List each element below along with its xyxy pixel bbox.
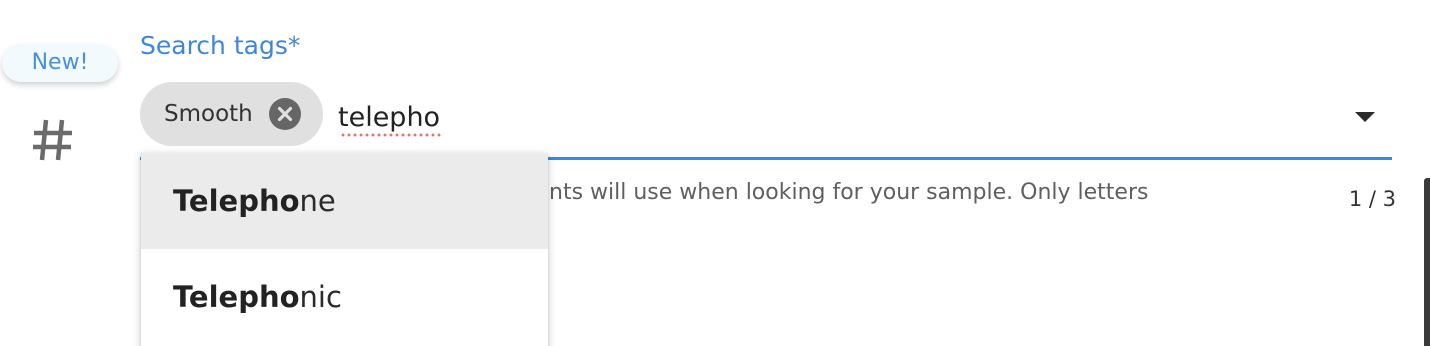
new-badge: New! <box>2 44 118 82</box>
suggestion-rest: nic <box>299 280 342 314</box>
field-label: Search tags* <box>140 31 301 60</box>
tag-counter: 1 / 3 <box>1348 187 1396 211</box>
hash-icon <box>33 119 72 161</box>
tag-chip[interactable]: Smooth <box>140 82 323 146</box>
close-circle-icon[interactable] <box>269 98 301 130</box>
spellcheck-underline <box>340 133 442 137</box>
suggestion-match: Telepho <box>173 280 300 314</box>
tag-search-form: New! Search tags* Smooth nts will use wh… <box>0 0 1430 346</box>
caret-down-icon[interactable] <box>1354 110 1376 124</box>
scrollbar[interactable] <box>1424 178 1430 346</box>
suggestion-rest: ne <box>299 184 336 218</box>
suggestion-item[interactable]: Telephonic <box>141 249 548 345</box>
suggestion-item[interactable]: Telephone <box>141 153 548 249</box>
tag-search-input[interactable] <box>338 96 1318 138</box>
tag-chip-label: Smooth <box>164 101 253 127</box>
suggestion-match: Telepho <box>173 184 300 218</box>
suggestion-menu: Telephone Telephonic <box>141 153 548 346</box>
helper-text: nts will use when looking for your sampl… <box>549 180 1149 205</box>
